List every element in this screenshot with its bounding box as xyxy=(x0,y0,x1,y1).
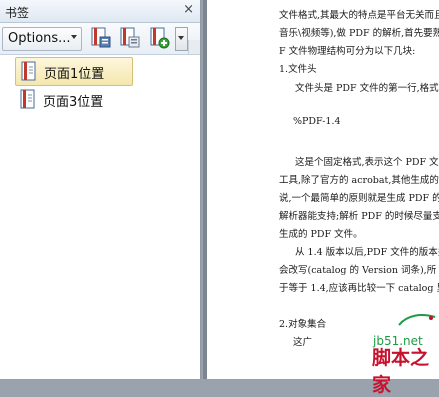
doc-line: 解析器能支持;解析 PDF 的时候尽量支持 xyxy=(279,211,439,222)
bookmark-icon xyxy=(21,61,36,81)
watermark-brand: 脚本之家 xyxy=(372,347,430,396)
bookmark-item-page3[interactable]: 页面3位置 xyxy=(15,86,131,113)
new-bookmark-icon[interactable] xyxy=(147,26,171,50)
bookmarks-toolbar: Options... xyxy=(0,23,200,55)
panel-header: 书签 × xyxy=(0,0,200,23)
chevron-down-icon xyxy=(178,36,184,40)
doc-line: 这是个固定格式,表示这个 PDF 文件 xyxy=(295,157,439,168)
bookmark-list: 页面1位置 页面3位置 xyxy=(0,55,200,379)
doc-line: 音乐\视频等),做 PDF 的解析,首先要熟 xyxy=(279,28,439,39)
doc-line: 这广 xyxy=(293,337,313,348)
doc-line: 会改写(catalog 的 Version 词条),所 xyxy=(279,265,437,276)
bookmark-label: 页面3位置 xyxy=(43,95,104,110)
doc-line: 工具,除了官方的 acrobat,其他生成的 xyxy=(279,175,439,186)
doc-line: 于等于 1.4,应该再比较一下 catalog 里 xyxy=(279,283,439,294)
doc-line: 1.文件头 xyxy=(279,64,317,75)
panel-title: 书签 xyxy=(5,6,30,20)
add-bookmark-icon[interactable] xyxy=(88,26,112,50)
doc-line: 文件头是 PDF 文件的第一行,格式如 xyxy=(295,83,439,94)
close-panel-button[interactable]: × xyxy=(183,2,194,17)
chevron-down-icon xyxy=(71,35,77,39)
doc-line: 生成的 PDF 文件。 xyxy=(279,229,363,240)
scrollbar[interactable] xyxy=(188,40,200,54)
bookmark-label: 页面1位置 xyxy=(44,67,105,82)
options-dropdown-button[interactable]: Options... xyxy=(2,27,82,51)
page-edge xyxy=(203,0,207,379)
options-label: Options... xyxy=(8,31,71,46)
doc-line: 文件格式,其最大的特点是平台无关而且 xyxy=(279,10,439,21)
scissors-icon xyxy=(398,314,436,326)
doc-line: F 文件物理结构可分为以下几块: xyxy=(279,46,416,57)
bookmark-properties-icon[interactable] xyxy=(117,26,141,50)
doc-line: 从 1.4 版本以后,PDF 文件的版本并 xyxy=(295,247,439,258)
bookmark-icon xyxy=(20,89,35,109)
bookmark-item-page1[interactable]: 页面1位置 xyxy=(15,57,133,86)
doc-line: 2.对象集合 xyxy=(279,319,327,330)
doc-line: 说,一个最简单的原则就是生成 PDF 的时 xyxy=(279,193,439,204)
doc-line: %PDF-1.4 xyxy=(293,116,341,127)
bookmarks-panel: 书签 × Options... 页面1位置 页面3位置 xyxy=(0,0,201,379)
toolbar-overflow-button[interactable] xyxy=(175,27,188,51)
